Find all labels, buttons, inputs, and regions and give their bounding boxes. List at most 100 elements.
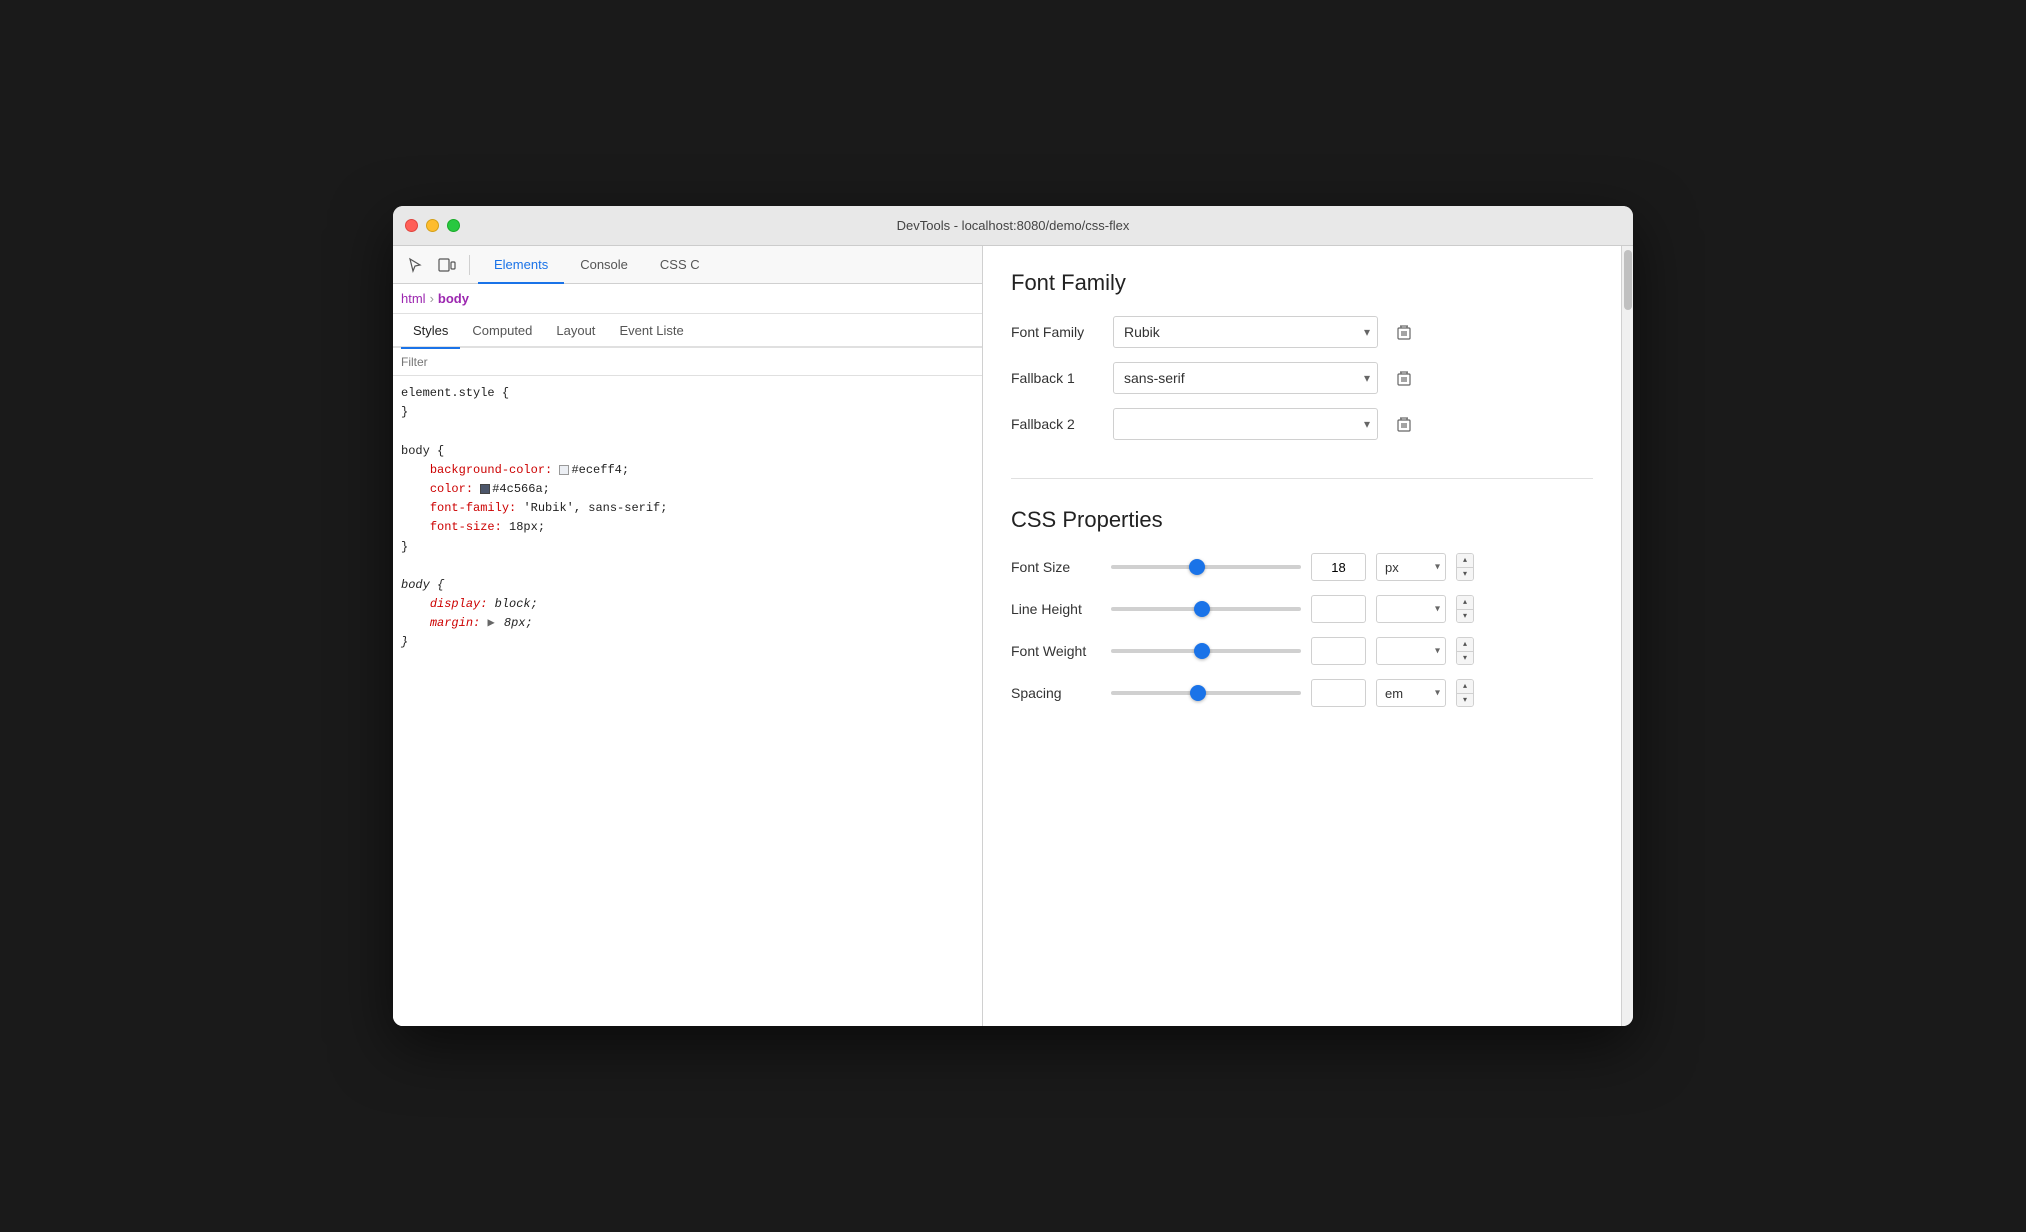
fallback2-select[interactable]: [1113, 408, 1378, 440]
line-height-input[interactable]: [1311, 595, 1366, 623]
fallback2-label: Fallback 2: [1011, 416, 1101, 432]
breadcrumb-html[interactable]: html: [401, 291, 426, 306]
rule-body1-selector: body {: [401, 442, 974, 461]
font-panel: Font Family Font Family Rubik ▾: [983, 246, 1621, 1026]
rule-body1-bg: background-color: #eceff4;: [401, 461, 974, 480]
tab-css[interactable]: CSS C: [644, 246, 716, 284]
css-properties-section: CSS Properties Font Size px em: [1011, 507, 1593, 707]
subtab-styles[interactable]: Styles: [401, 313, 460, 347]
maximize-button[interactable]: [447, 219, 460, 232]
font-weight-thumb[interactable]: [1194, 643, 1210, 659]
rule-body2-margin: margin: ▶ 8px;: [401, 614, 974, 633]
line-height-slider-container: [1111, 607, 1301, 611]
fallback1-row: Fallback 1 sans-serif ▾: [1011, 362, 1593, 394]
close-button[interactable]: [405, 219, 418, 232]
font-family-row: Font Family Rubik ▾: [1011, 316, 1593, 348]
spacing-decrement[interactable]: ▾: [1457, 694, 1473, 707]
font-family-select-container: Rubik ▾: [1113, 316, 1378, 348]
spacing-input[interactable]: [1311, 679, 1366, 707]
rule-body1-fontsize: font-size: 18px;: [401, 518, 974, 537]
css-code-area: element.style { } body { background-colo…: [393, 376, 982, 1026]
font-weight-decrement[interactable]: ▾: [1457, 652, 1473, 665]
line-height-unit-select[interactable]: px em: [1376, 595, 1446, 623]
title-bar: DevTools - localhost:8080/demo/css-flex: [393, 206, 1633, 246]
subtab-layout[interactable]: Layout: [544, 313, 607, 347]
font-family-title: Font Family: [1011, 270, 1593, 296]
rule-body1-close: }: [401, 538, 974, 557]
devtools-toolbar: Elements Console CSS C: [393, 246, 982, 284]
bg-color-swatch: [559, 465, 569, 475]
filter-input[interactable]: [401, 355, 974, 369]
font-size-unit-select[interactable]: px em rem: [1376, 553, 1446, 581]
font-size-row: Font Size px em rem ▾: [1011, 553, 1593, 581]
font-weight-track: [1111, 649, 1301, 653]
line-height-track: [1111, 607, 1301, 611]
minimize-button[interactable]: [426, 219, 439, 232]
rule-body2-close: }: [401, 633, 974, 652]
font-weight-unit-select[interactable]: normal bold: [1376, 637, 1446, 665]
spacing-increment[interactable]: ▴: [1457, 680, 1473, 694]
css-properties-title: CSS Properties: [1011, 507, 1593, 533]
font-size-input[interactable]: [1311, 553, 1366, 581]
rule-body1-fontfamily: font-family: 'Rubik', sans-serif;: [401, 499, 974, 518]
font-weight-increment[interactable]: ▴: [1457, 638, 1473, 652]
device-icon[interactable]: [433, 251, 461, 279]
spacer2: [401, 557, 974, 576]
fallback1-select[interactable]: sans-serif: [1113, 362, 1378, 394]
font-size-label: Font Size: [1011, 559, 1101, 575]
font-size-increment[interactable]: ▴: [1457, 554, 1473, 568]
right-scrollbar[interactable]: [1621, 246, 1633, 1026]
line-height-decrement[interactable]: ▾: [1457, 610, 1473, 623]
font-size-track: [1111, 565, 1301, 569]
spacing-label: Spacing: [1011, 685, 1101, 701]
devtools-panel: Elements Console CSS C html › body: [393, 246, 983, 1026]
font-weight-row: Font Weight normal bold ▾: [1011, 637, 1593, 665]
line-height-row: Line Height px em ▾: [1011, 595, 1593, 623]
font-size-stepper: ▴ ▾: [1456, 553, 1474, 581]
line-height-unit-container: px em ▾: [1376, 595, 1446, 623]
fallback2-row: Fallback 2 ▾: [1011, 408, 1593, 440]
spacing-unit-select[interactable]: em px rem: [1376, 679, 1446, 707]
font-family-label: Font Family: [1011, 324, 1101, 340]
line-height-increment[interactable]: ▴: [1457, 596, 1473, 610]
spacing-track: [1111, 691, 1301, 695]
tab-console[interactable]: Console: [564, 246, 644, 284]
font-weight-unit-container: normal bold ▾: [1376, 637, 1446, 665]
fallback1-delete[interactable]: [1390, 364, 1418, 392]
font-family-select[interactable]: Rubik: [1113, 316, 1378, 348]
font-size-thumb[interactable]: [1189, 559, 1205, 575]
devtools-window: DevTools - localhost:8080/demo/css-flex: [393, 206, 1633, 1026]
fallback2-select-container: ▾: [1113, 408, 1378, 440]
sub-tabs: Styles Computed Layout Event Liste: [393, 314, 982, 348]
subtab-computed[interactable]: Computed: [460, 313, 544, 347]
spacing-row: Spacing em px rem ▾: [1011, 679, 1593, 707]
font-weight-label: Font Weight: [1011, 643, 1101, 659]
spacing-stepper: ▴ ▾: [1456, 679, 1474, 707]
traffic-lights: [405, 219, 460, 232]
subtab-event-listeners[interactable]: Event Liste: [607, 313, 695, 347]
spacer1: [401, 422, 974, 441]
line-height-thumb[interactable]: [1194, 601, 1210, 617]
spacing-thumb[interactable]: [1190, 685, 1206, 701]
font-size-decrement[interactable]: ▾: [1457, 568, 1473, 581]
font-family-delete[interactable]: [1390, 318, 1418, 346]
font-size-unit-container: px em rem ▾: [1376, 553, 1446, 581]
toolbar-divider: [469, 255, 470, 275]
line-height-stepper: ▴ ▾: [1456, 595, 1474, 623]
scrollbar-thumb[interactable]: [1624, 250, 1632, 310]
main-content: Elements Console CSS C html › body: [393, 246, 1633, 1026]
line-height-label: Line Height: [1011, 601, 1101, 617]
font-family-section: Font Family Font Family Rubik ▾: [1011, 270, 1593, 479]
fallback1-select-container: sans-serif ▾: [1113, 362, 1378, 394]
spacing-slider-container: [1111, 691, 1301, 695]
breadcrumb-body[interactable]: body: [438, 291, 469, 306]
tab-elements[interactable]: Elements: [478, 246, 564, 284]
filter-bar: [393, 348, 982, 376]
cursor-icon[interactable]: [401, 251, 429, 279]
font-size-slider-container: [1111, 565, 1301, 569]
rule-element-style-close: }: [401, 403, 974, 422]
font-weight-input[interactable]: [1311, 637, 1366, 665]
rule-body2-selector: body {: [401, 576, 974, 595]
font-weight-stepper: ▴ ▾: [1456, 637, 1474, 665]
fallback2-delete[interactable]: [1390, 410, 1418, 438]
